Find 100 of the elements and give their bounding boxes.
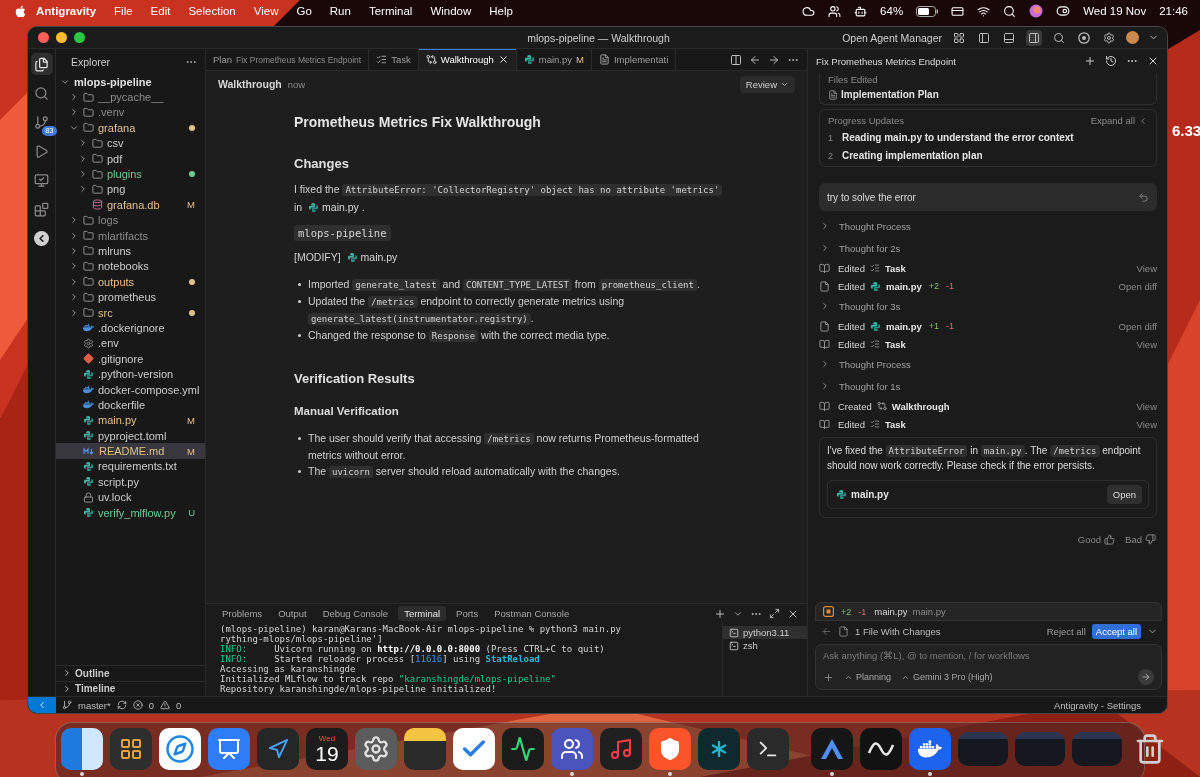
battery-icon[interactable]	[916, 5, 939, 17]
tree-item[interactable]: .python-version	[56, 366, 205, 382]
artifact-name[interactable]: main.py	[885, 320, 922, 332]
action-link[interactable]: View	[1136, 338, 1157, 350]
maximize-icon[interactable]	[769, 608, 780, 619]
back-icon[interactable]	[749, 53, 761, 66]
add-icon[interactable]	[1084, 55, 1096, 67]
back-icon[interactable]	[821, 625, 832, 637]
robot-icon[interactable]	[854, 4, 868, 18]
action-link[interactable]: View	[1136, 262, 1157, 274]
status-text[interactable]: Antigravity - Settings	[1053, 699, 1141, 711]
apple-icon[interactable]	[14, 4, 27, 18]
window-thumbnail[interactable]	[958, 732, 1008, 766]
thought-toggle[interactable]: Thought for 2s	[819, 237, 1157, 259]
tree-item[interactable]: grafana.db M	[56, 197, 205, 213]
zoom-dot[interactable]	[74, 32, 85, 43]
music-note-icon[interactable]	[600, 728, 642, 770]
tree-item[interactable]: notebooks	[56, 258, 205, 275]
terminal-icon[interactable]	[747, 728, 789, 770]
open-button[interactable]: Open	[1106, 485, 1142, 504]
tree-item[interactable]: .dockerignore	[56, 320, 205, 336]
send-button[interactable]	[1138, 669, 1154, 685]
thought-toggle[interactable]: Thought Process	[819, 215, 1157, 237]
terminal-instance[interactable]: python3.11	[723, 626, 807, 639]
action-link[interactable]: View	[1136, 418, 1157, 430]
tree-item[interactable]: mlartifacts	[56, 227, 205, 244]
menu-item[interactable]: Window	[421, 5, 481, 17]
close-dot[interactable]	[38, 32, 49, 43]
tree-item[interactable]: prometheus	[56, 289, 205, 305]
action-link[interactable]: Open diff	[1118, 320, 1157, 332]
chat-input[interactable]: Ask anything (⌘L), @ to mention, / for workflows	[823, 650, 1154, 661]
add-icon[interactable]	[714, 607, 726, 620]
arch-icon[interactable]	[811, 728, 853, 770]
file-link[interactable]: main.py	[322, 200, 359, 213]
undo-icon[interactable]	[1138, 191, 1149, 203]
artifact-name[interactable]: Task	[884, 338, 906, 350]
panel-tab[interactable]: Output	[272, 606, 313, 621]
split-tile-icon[interactable]	[61, 728, 103, 770]
wifi-icon[interactable]	[977, 4, 991, 18]
notepad-icon[interactable]	[404, 728, 446, 770]
tree-item[interactable]: README.md M	[56, 443, 205, 459]
tree-item[interactable]: grafana	[56, 120, 205, 136]
people-icon[interactable]	[551, 728, 593, 770]
people-icon[interactable]	[828, 4, 842, 18]
section-header[interactable]: Outline	[56, 665, 205, 681]
tree-item[interactable]: mlops-pipeline	[56, 74, 205, 90]
card-icon[interactable]	[951, 4, 965, 18]
grid-icon[interactable]	[110, 728, 152, 770]
tree-item[interactable]: logs	[56, 212, 205, 228]
file-link[interactable]: Implementation Plan	[841, 89, 939, 100]
feedback-button[interactable]: Bad	[1125, 534, 1156, 545]
terminal-instance[interactable]: zsh	[723, 639, 807, 652]
tree-item[interactable]: main.py M	[56, 412, 205, 428]
tree-item[interactable]: csv	[56, 135, 205, 151]
minimize-dot[interactable]	[56, 32, 67, 43]
menu-item[interactable]: Terminal	[359, 5, 422, 17]
expand-all-button[interactable]: Expand all	[1090, 115, 1148, 126]
panel-right-icon[interactable]	[1026, 29, 1042, 46]
tree-item[interactable]: .env	[56, 335, 205, 352]
navigation-icon[interactable]	[257, 728, 299, 770]
error-count[interactable]: 0	[148, 699, 155, 711]
sync-icon[interactable]	[116, 700, 127, 710]
remote-button[interactable]	[28, 697, 56, 713]
presentation-icon[interactable]	[208, 728, 250, 770]
split-icon[interactable]	[730, 53, 742, 66]
gear-icon[interactable]	[355, 728, 397, 770]
asterisk-icon[interactable]	[698, 728, 740, 770]
tree-item[interactable]: pdf	[56, 150, 205, 167]
review-button[interactable]: Review	[739, 75, 795, 93]
menu-item[interactable]: Run	[320, 5, 360, 17]
tree-item[interactable]: pyproject.toml	[56, 428, 205, 444]
tree-item[interactable]: plugins	[56, 166, 205, 182]
menu-item[interactable]: Selection	[179, 5, 245, 17]
action-link[interactable]: Open diff	[1118, 280, 1157, 292]
artifact-name[interactable]: Task	[884, 262, 906, 274]
thought-toggle[interactable]: Thought for 3s	[819, 295, 1157, 317]
tree-item[interactable]: script.py	[56, 474, 205, 490]
tree-item[interactable]: outputs	[56, 274, 205, 290]
whale-icon[interactable]	[909, 728, 951, 770]
tree-item[interactable]: docker-compose.yml	[56, 381, 205, 398]
file-link[interactable]: main.py	[360, 251, 398, 263]
close-icon[interactable]	[497, 54, 509, 65]
tree-item[interactable]: verify_mlflow.py U	[56, 504, 205, 521]
activity-button[interactable]	[30, 53, 53, 75]
thought-toggle[interactable]: Thought for 1s	[819, 375, 1157, 397]
search-icon[interactable]	[1003, 4, 1017, 18]
editor-tab[interactable]: Walkthrough	[418, 49, 517, 70]
warning-count[interactable]: 0	[176, 699, 182, 711]
orb-icon[interactable]	[1029, 4, 1044, 18]
shield-icon[interactable]	[649, 728, 691, 770]
panel-tab[interactable]: Debug Console	[316, 606, 395, 621]
thought-toggle[interactable]: Thought Process	[819, 353, 1157, 375]
tree-item[interactable]: uv.lock	[56, 489, 205, 505]
calendar-icon[interactable]: Wed 19	[306, 728, 348, 770]
pulse-icon[interactable]	[502, 728, 544, 770]
tree-item[interactable]: png	[56, 181, 205, 198]
tree-item[interactable]: dockerfile	[56, 397, 205, 413]
cloud-icon[interactable]	[802, 4, 816, 18]
avatar[interactable]	[1126, 31, 1139, 44]
menu-item[interactable]: Help	[480, 5, 522, 17]
